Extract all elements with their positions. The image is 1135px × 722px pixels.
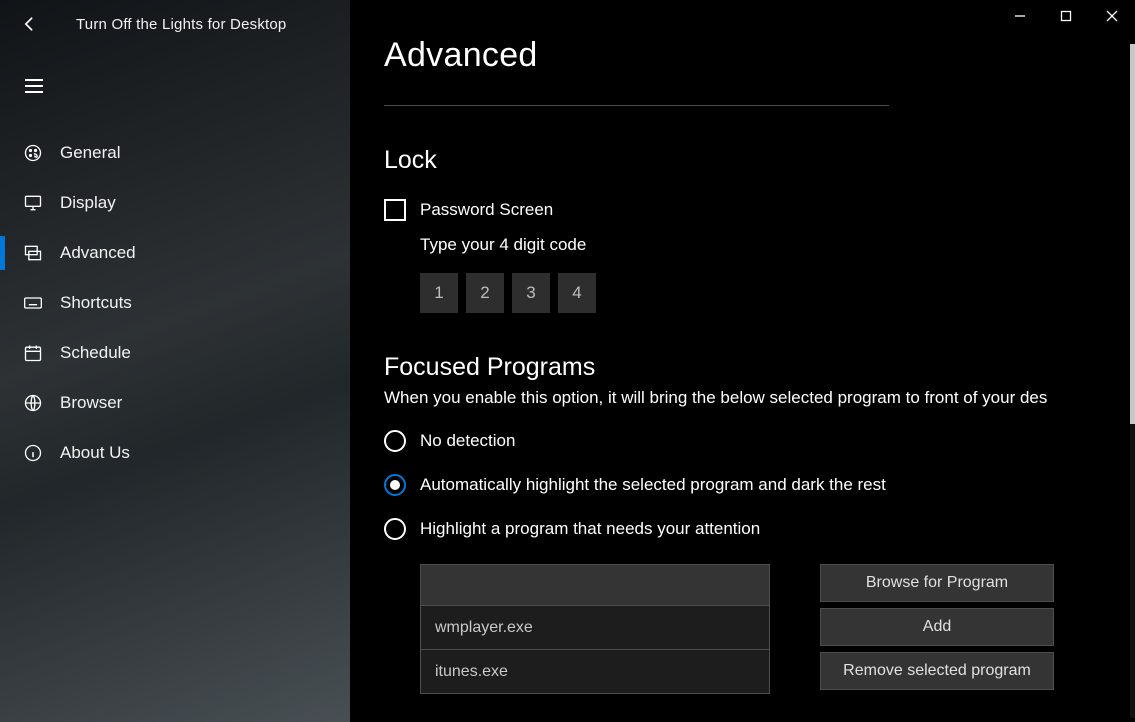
remove-program-button[interactable]: Remove selected program <box>820 652 1054 690</box>
digit-4-button[interactable]: 4 <box>558 273 596 313</box>
program-buttons-column: Browse for Program Add Remove selected p… <box>820 564 1054 694</box>
section-heading-focused: Focused Programs <box>384 353 1135 382</box>
nav-list: General Display Advanced Shortcuts <box>0 128 350 478</box>
keyboard-icon <box>22 292 44 314</box>
sidebar-item-advanced[interactable]: Advanced <box>0 228 350 278</box>
radio-no-detection-label: No detection <box>420 431 515 451</box>
code-digits: 1 2 3 4 <box>420 273 1135 313</box>
browse-program-button[interactable]: Browse for Program <box>820 564 1054 602</box>
radio-auto-highlight-row: Automatically highlight the selected pro… <box>384 474 1135 496</box>
back-button[interactable] <box>10 4 50 44</box>
calendar-icon <box>22 342 44 364</box>
sidebar-header: Turn Off the Lights for Desktop <box>0 0 350 48</box>
minimize-button[interactable] <box>997 0 1043 32</box>
page-title: Advanced <box>384 36 1135 75</box>
radio-no-detection[interactable] <box>384 430 406 452</box>
password-screen-row: Password Screen <box>384 199 1135 221</box>
sidebar-item-label: Advanced <box>60 243 136 263</box>
add-program-button[interactable]: Add <box>820 608 1054 646</box>
sidebar-item-label: Display <box>60 193 116 213</box>
info-icon <box>22 442 44 464</box>
maximize-icon <box>1060 10 1072 22</box>
minimize-icon <box>1014 10 1026 22</box>
radio-attention-row: Highlight a program that needs your atte… <box>384 518 1135 540</box>
password-screen-checkbox[interactable] <box>384 199 406 221</box>
close-icon <box>1106 10 1118 22</box>
sidebar-item-schedule[interactable]: Schedule <box>0 328 350 378</box>
maximize-button[interactable] <box>1043 0 1089 32</box>
app-window: Turn Off the Lights for Desktop General … <box>0 0 1135 722</box>
program-path-input[interactable] <box>420 564 770 606</box>
digit-1-button[interactable]: 1 <box>420 273 458 313</box>
program-list-item[interactable]: itunes.exe <box>420 650 770 694</box>
close-button[interactable] <box>1089 0 1135 32</box>
radio-auto-highlight-label: Automatically highlight the selected pro… <box>420 475 886 495</box>
monitor-icon <box>22 192 44 214</box>
password-screen-label: Password Screen <box>420 200 553 220</box>
palette-icon <box>22 142 44 164</box>
radio-attention[interactable] <box>384 518 406 540</box>
program-list-item[interactable]: wmplayer.exe <box>420 606 770 650</box>
layers-icon <box>22 242 44 264</box>
sidebar-item-label: Schedule <box>60 343 131 363</box>
globe-icon <box>22 392 44 414</box>
section-heading-lock: Lock <box>384 146 1135 175</box>
digit-2-button[interactable]: 2 <box>466 273 504 313</box>
code-section: Type your 4 digit code 1 2 3 4 <box>420 235 1135 313</box>
arrow-left-icon <box>20 14 40 34</box>
sidebar-item-about[interactable]: About Us <box>0 428 350 478</box>
program-list-column: wmplayer.exe itunes.exe <box>420 564 770 694</box>
sidebar: Turn Off the Lights for Desktop General … <box>0 0 350 722</box>
code-label: Type your 4 digit code <box>420 235 1135 255</box>
sidebar-item-browser[interactable]: Browser <box>0 378 350 428</box>
scrollbar-track[interactable] <box>1130 44 1135 718</box>
main-panel: Advanced Lock Password Screen Type your … <box>350 0 1135 722</box>
window-controls <box>997 0 1135 32</box>
app-title: Turn Off the Lights for Desktop <box>76 16 286 33</box>
scrollbar-thumb[interactable] <box>1130 44 1135 424</box>
hamburger-icon <box>25 79 43 93</box>
sidebar-item-shortcuts[interactable]: Shortcuts <box>0 278 350 328</box>
focused-programs-body: wmplayer.exe itunes.exe Browse for Progr… <box>420 564 1135 694</box>
digit-3-button[interactable]: 3 <box>512 273 550 313</box>
hamburger-button[interactable] <box>10 62 58 110</box>
sidebar-item-general[interactable]: General <box>0 128 350 178</box>
radio-no-detection-row: No detection <box>384 430 1135 452</box>
sidebar-item-label: General <box>60 143 120 163</box>
radio-attention-label: Highlight a program that needs your atte… <box>420 519 760 539</box>
title-divider <box>384 105 889 106</box>
sidebar-item-label: Shortcuts <box>60 293 132 313</box>
focused-description: When you enable this option, it will bri… <box>384 388 1135 408</box>
radio-auto-highlight[interactable] <box>384 474 406 496</box>
sidebar-item-display[interactable]: Display <box>0 178 350 228</box>
sidebar-item-label: About Us <box>60 443 130 463</box>
sidebar-item-label: Browser <box>60 393 122 413</box>
